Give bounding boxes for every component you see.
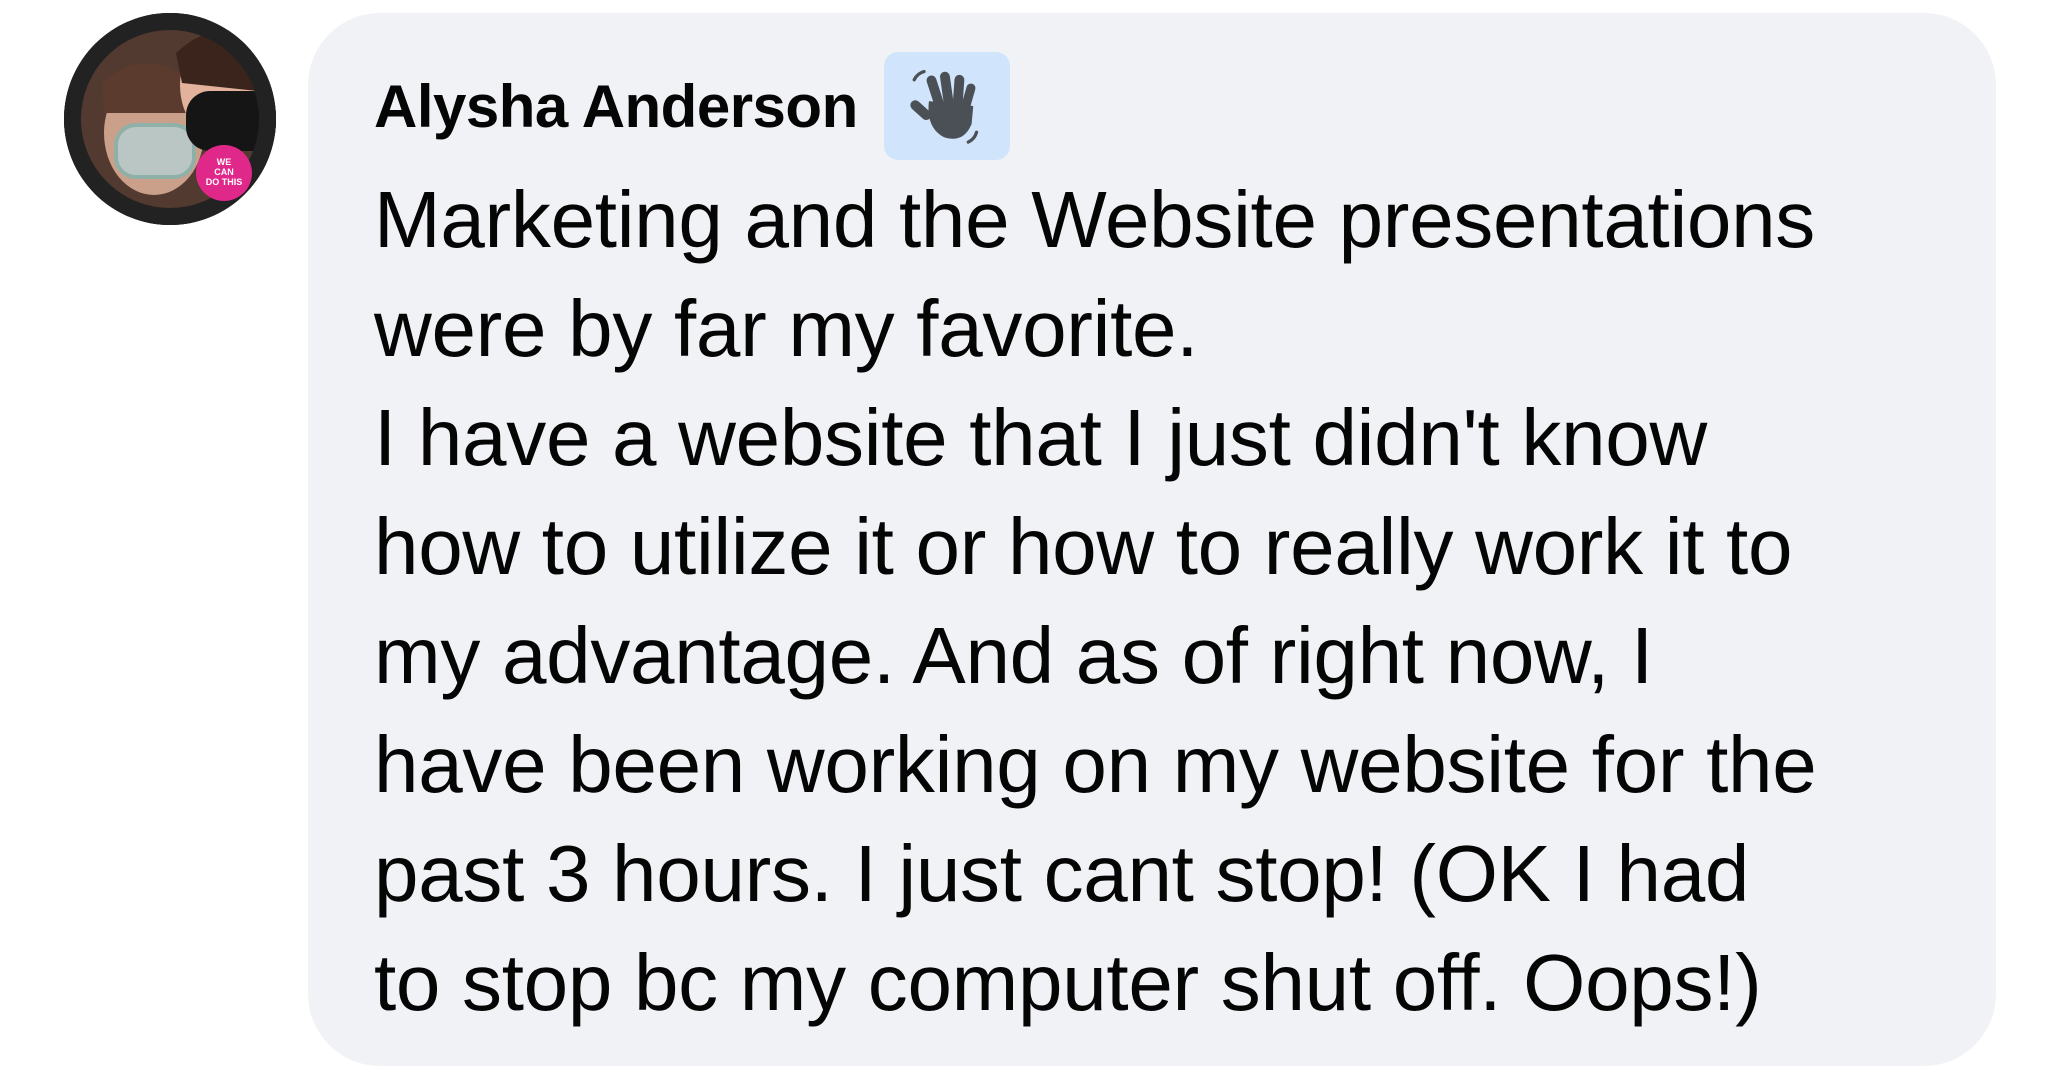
author-name-link[interactable]: Alysha Anderson: [374, 72, 858, 141]
waving-hand-badge[interactable]: [883, 52, 1010, 160]
svg-text:CAN: CAN: [214, 167, 234, 177]
avatar-image: WE CAN DO THIS: [64, 13, 276, 225]
comment: WE CAN DO THIS Alysha Anderson Marketing…: [0, 0, 2048, 1068]
svg-text:DO THIS: DO THIS: [206, 177, 243, 187]
comment-header: Alysha Anderson: [374, 51, 1936, 161]
svg-text:WE: WE: [217, 157, 232, 167]
waving-hand-icon: [910, 69, 978, 144]
author-avatar[interactable]: WE CAN DO THIS: [64, 13, 276, 225]
comment-bubble: Alysha Anderson Marketing and the Websit…: [308, 13, 1996, 1066]
comment-text: Marketing and the Website presentations …: [374, 175, 1817, 1027]
